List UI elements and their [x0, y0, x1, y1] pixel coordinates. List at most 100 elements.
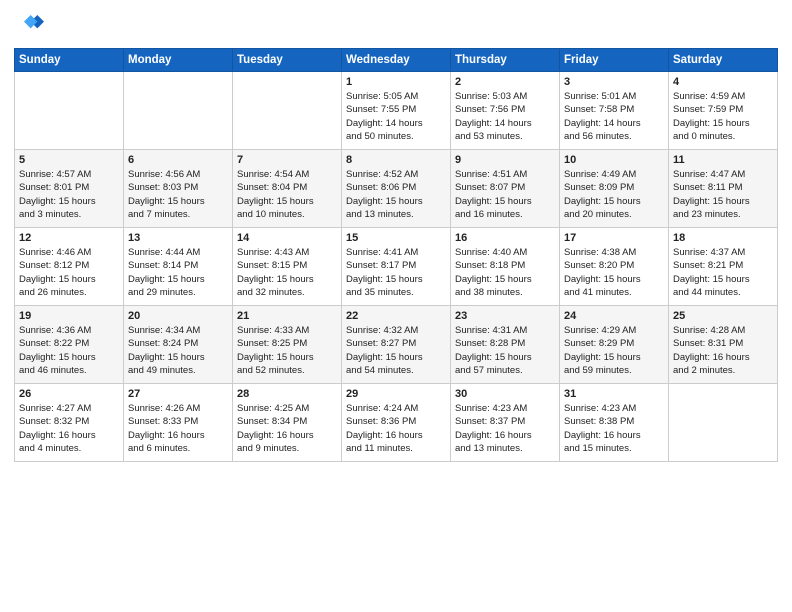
calendar-cell [124, 72, 233, 150]
day-number: 17 [564, 232, 664, 244]
calendar-week-row: 12Sunrise: 4:46 AMSunset: 8:12 PMDayligh… [15, 228, 778, 306]
day-info-line: and 49 minutes. [128, 364, 228, 377]
day-info-line: Daylight: 15 hours [128, 273, 228, 286]
header-day-sunday: Sunday [15, 49, 124, 72]
day-info-line: Sunset: 8:04 PM [237, 181, 337, 194]
day-info-line: Daylight: 14 hours [455, 117, 555, 130]
header-day-tuesday: Tuesday [233, 49, 342, 72]
generalblue-icon [14, 10, 44, 40]
day-info-line: Daylight: 15 hours [19, 195, 119, 208]
day-info-line: Daylight: 15 hours [19, 351, 119, 364]
calendar-cell: 18Sunrise: 4:37 AMSunset: 8:21 PMDayligh… [669, 228, 778, 306]
day-number: 27 [128, 388, 228, 400]
day-info-line: Sunrise: 4:32 AM [346, 324, 446, 337]
calendar-cell: 29Sunrise: 4:24 AMSunset: 8:36 PMDayligh… [342, 384, 451, 462]
day-number: 13 [128, 232, 228, 244]
day-info-line: and 13 minutes. [346, 208, 446, 221]
day-number: 15 [346, 232, 446, 244]
header-day-saturday: Saturday [669, 49, 778, 72]
day-number: 18 [673, 232, 773, 244]
day-info-line: Daylight: 15 hours [346, 351, 446, 364]
day-info-line: and 6 minutes. [128, 442, 228, 455]
day-info-line: Sunrise: 4:25 AM [237, 402, 337, 415]
calendar-cell: 3Sunrise: 5:01 AMSunset: 7:58 PMDaylight… [560, 72, 669, 150]
page: SundayMondayTuesdayWednesdayThursdayFrid… [0, 0, 792, 612]
day-info-line: and 50 minutes. [346, 130, 446, 143]
calendar-cell: 31Sunrise: 4:23 AMSunset: 8:38 PMDayligh… [560, 384, 669, 462]
day-info-line: Daylight: 15 hours [237, 195, 337, 208]
day-info-line: Sunset: 8:27 PM [346, 337, 446, 350]
day-info-line: and 44 minutes. [673, 286, 773, 299]
day-info-line: Daylight: 15 hours [128, 195, 228, 208]
day-number: 24 [564, 310, 664, 322]
day-info-line: and 11 minutes. [346, 442, 446, 455]
calendar-cell: 28Sunrise: 4:25 AMSunset: 8:34 PMDayligh… [233, 384, 342, 462]
calendar-week-row: 26Sunrise: 4:27 AMSunset: 8:32 PMDayligh… [15, 384, 778, 462]
day-info-line: Sunset: 7:58 PM [564, 103, 664, 116]
calendar-cell: 23Sunrise: 4:31 AMSunset: 8:28 PMDayligh… [451, 306, 560, 384]
day-info-line: Sunset: 8:01 PM [19, 181, 119, 194]
calendar-cell: 11Sunrise: 4:47 AMSunset: 8:11 PMDayligh… [669, 150, 778, 228]
calendar-cell: 6Sunrise: 4:56 AMSunset: 8:03 PMDaylight… [124, 150, 233, 228]
day-info-line: and 52 minutes. [237, 364, 337, 377]
day-number: 8 [346, 154, 446, 166]
header [14, 10, 778, 40]
day-number: 11 [673, 154, 773, 166]
calendar-cell: 7 Sunrise: 4:54 AMSunset: 8:04 PMDaylight… [233, 150, 342, 228]
calendar-table: SundayMondayTuesdayWednesdayThursdayFrid… [14, 48, 778, 462]
calendar-cell: 19Sunrise: 4:36 AMSunset: 8:22 PMDayligh… [15, 306, 124, 384]
day-info-line: Sunrise: 4:28 AM [673, 324, 773, 337]
day-info-line: Sunrise: 4:36 AM [19, 324, 119, 337]
day-info-line: Sunrise: 4:52 AM [346, 168, 446, 181]
day-info-line: and 32 minutes. [237, 286, 337, 299]
day-info-line: Sunrise: 4:43 AM [237, 246, 337, 259]
day-info-line: Sunrise: 4:38 AM [564, 246, 664, 259]
day-info-line: Sunset: 8:31 PM [673, 337, 773, 350]
day-number: 10 [564, 154, 664, 166]
calendar-cell: 30Sunrise: 4:23 AMSunset: 8:37 PMDayligh… [451, 384, 560, 462]
day-info-line: and 29 minutes. [128, 286, 228, 299]
day-info-line: Sunrise: 4:29 AM [564, 324, 664, 337]
day-info-line: Sunrise: 4:54 AM [237, 168, 337, 181]
calendar-header-row: SundayMondayTuesdayWednesdayThursdayFrid… [15, 49, 778, 72]
day-number: 4 [673, 76, 773, 88]
calendar-cell: 9Sunrise: 4:51 AMSunset: 8:07 PMDaylight… [451, 150, 560, 228]
day-info-line: Daylight: 15 hours [673, 195, 773, 208]
calendar-cell: 8Sunrise: 4:52 AMSunset: 8:06 PMDaylight… [342, 150, 451, 228]
calendar-cell: 5Sunrise: 4:57 AMSunset: 8:01 PMDaylight… [15, 150, 124, 228]
day-info-line: Daylight: 15 hours [564, 273, 664, 286]
day-info-line: Sunset: 8:14 PM [128, 259, 228, 272]
day-info-line: Sunset: 8:15 PM [237, 259, 337, 272]
day-info-line: Sunrise: 4:33 AM [237, 324, 337, 337]
day-info-line: Sunset: 8:29 PM [564, 337, 664, 350]
header-day-friday: Friday [560, 49, 669, 72]
day-info-line: Daylight: 15 hours [564, 195, 664, 208]
calendar-cell: 27Sunrise: 4:26 AMSunset: 8:33 PMDayligh… [124, 384, 233, 462]
day-info-line: and 59 minutes. [564, 364, 664, 377]
day-info-line: Daylight: 16 hours [346, 429, 446, 442]
calendar-cell: 15Sunrise: 4:41 AMSunset: 8:17 PMDayligh… [342, 228, 451, 306]
day-info-line: and 57 minutes. [455, 364, 555, 377]
day-info-line: Sunset: 7:59 PM [673, 103, 773, 116]
day-info-line: and 2 minutes. [673, 364, 773, 377]
day-number: 7 [237, 154, 337, 166]
day-info-line: Sunrise: 4:47 AM [673, 168, 773, 181]
calendar-cell: 24Sunrise: 4:29 AMSunset: 8:29 PMDayligh… [560, 306, 669, 384]
header-day-monday: Monday [124, 49, 233, 72]
day-number: 1 [346, 76, 446, 88]
day-info-line: Daylight: 15 hours [673, 117, 773, 130]
day-info-line: and 13 minutes. [455, 442, 555, 455]
day-info-line: Sunset: 8:22 PM [19, 337, 119, 350]
day-number: 28 [237, 388, 337, 400]
day-info-line: Sunrise: 4:34 AM [128, 324, 228, 337]
day-info-line: Sunset: 8:17 PM [346, 259, 446, 272]
day-info-line: Daylight: 16 hours [128, 429, 228, 442]
day-info-line: Daylight: 15 hours [19, 273, 119, 286]
day-info-line: Sunset: 8:20 PM [564, 259, 664, 272]
day-info-line: and 16 minutes. [455, 208, 555, 221]
day-info-line: Sunrise: 4:37 AM [673, 246, 773, 259]
day-info-line: Sunset: 8:28 PM [455, 337, 555, 350]
day-info-line: Sunrise: 4:23 AM [455, 402, 555, 415]
day-info-line: and 20 minutes. [564, 208, 664, 221]
day-info-line: Daylight: 16 hours [455, 429, 555, 442]
